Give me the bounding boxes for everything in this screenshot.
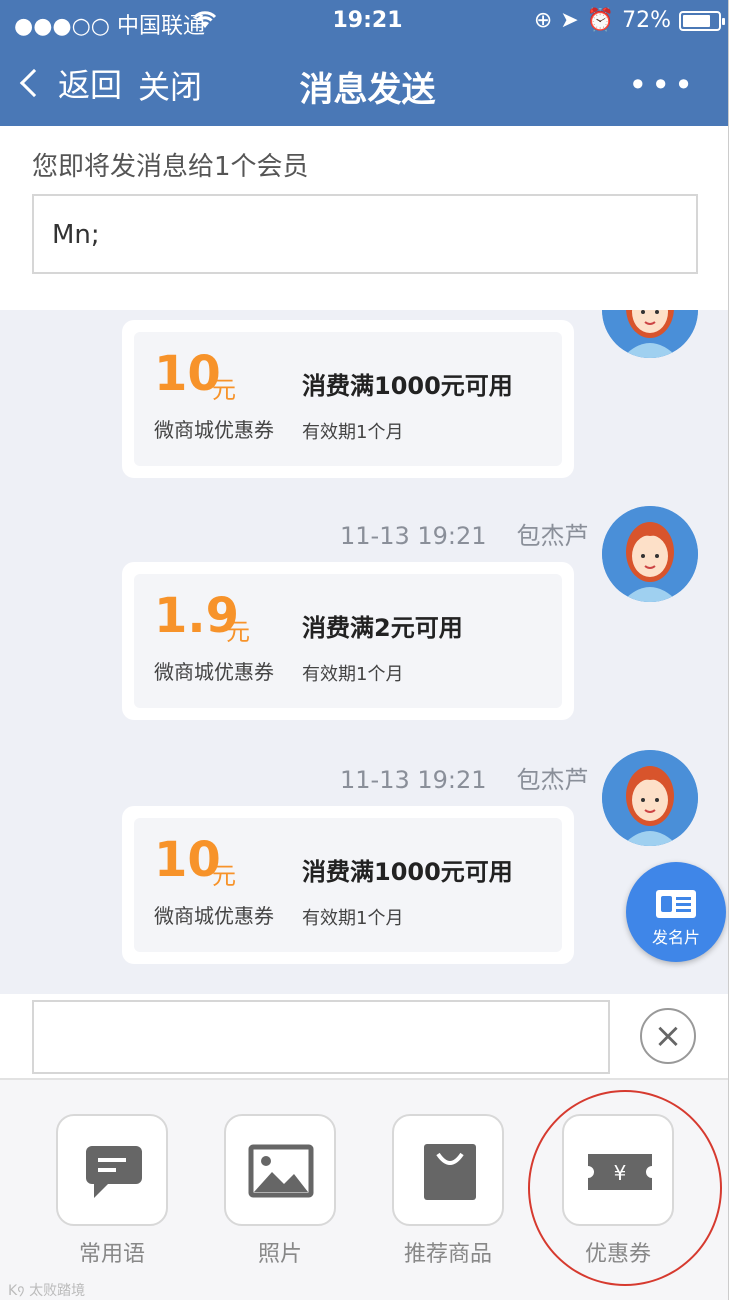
coupon-unit: 元 [212,862,236,890]
business-card-icon [656,890,696,918]
tool-photos-label: 照片 [257,1242,302,1267]
battery-icon [679,10,725,31]
coupon-shop: 微商城优惠券 [154,904,274,928]
coupon-message[interactable]: 10 元 消费满1000元可用 微商城优惠券 有效期1个月 [122,806,574,964]
close-icon[interactable]: × [640,1008,696,1064]
coupon-condition: 消费满2元可用 [302,614,463,642]
avatar [602,750,698,846]
tool-photos-tile [224,1114,336,1226]
rotation-lock-icon: ⊕ [533,8,553,33]
send-card-button[interactable]: 发名片 [626,862,726,962]
nav-bar: 返回 关闭 消息发送 ••• [0,44,735,126]
avatar [602,310,698,358]
tool-products[interactable]: 推荐商品 [392,1114,504,1268]
sender-name: 包杰芦 [516,766,589,794]
message-input-row: × [0,994,728,1080]
coupon-card: 1.9 元 消费满2元可用 微商城优惠券 有效期1个月 [134,574,562,708]
send-card-label: 发名片 [651,928,700,947]
status-bar: ●●●○○ 中国联通 19:21 ⊕ ➤ ⏰ 72% [0,0,735,44]
message-time: 11-13 19:21 [340,766,487,794]
coupon-shop: 微商城优惠券 [154,660,274,684]
coupon-card: 10 元 消费满1000元可用 微商城优惠券 有效期1个月 [134,332,562,466]
coupon-amount: 10 [154,346,221,402]
recipient-hint: 您即将发消息给1个会员 [32,152,309,182]
coupon-condition: 消费满1000元可用 [302,372,513,400]
avatar [602,506,698,602]
recipient-field[interactable]: Mn; [32,194,698,274]
coupon-card: 10 元 消费满1000元可用 微商城优惠券 有效期1个月 [134,818,562,952]
coupon-message[interactable]: 1.9 元 消费满2元可用 微商城优惠券 有效期1个月 [122,562,574,720]
tool-phrases-tile [56,1114,168,1226]
svg-text:¥: ¥ [614,1161,627,1185]
watermark: K᠀ 太败踏境 [8,1283,86,1299]
top-bar: ●●●○○ 中国联通 19:21 ⊕ ➤ ⏰ 72% 返回 关闭 消息发送 ••… [0,0,735,126]
coupon-icon: ¥ [588,1154,652,1190]
coupon-amount: 10 [154,832,221,888]
tool-coupon[interactable]: ¥ 优惠券 [562,1114,674,1268]
coupon-validity: 有效期1个月 [302,908,404,929]
location-icon: ➤ [560,8,579,33]
message-input[interactable] [32,1000,610,1074]
page-title: 消息发送 [299,70,436,110]
coupon-shop: 微商城优惠券 [154,418,274,442]
coupon-validity: 有效期1个月 [302,664,404,685]
tool-coupon-tile: ¥ [562,1114,674,1226]
message-meta: 11-13 19:21 包杰芦 [340,760,589,795]
tool-phrases[interactable]: 常用语 [56,1114,168,1268]
right-edge [728,0,735,1300]
coupon-validity: 有效期1个月 [302,422,404,443]
chat-bubble-icon [86,1146,142,1198]
more-button[interactable]: ••• [628,66,697,104]
tool-panel: 常用语 照片 推荐商品 ¥ 优惠券 [0,1080,728,1300]
tool-coupon-label: 优惠券 [584,1242,651,1267]
tool-phrases-label: 常用语 [78,1242,145,1267]
coupon-message[interactable]: 10 元 消费满1000元可用 微商城优惠券 有效期1个月 [122,320,574,478]
recipient-section: 您即将发消息给1个会员 Mn; [0,126,735,310]
battery-percent: 72% [622,8,671,33]
image-icon [248,1144,314,1198]
chat-area[interactable]: 10 元 消费满1000元可用 微商城优惠券 有效期1个月 11-13 19:2… [0,310,728,994]
alarm-icon: ⏰ [586,8,615,33]
sender-name: 包杰芦 [516,522,589,550]
shopping-bag-icon [424,1144,476,1200]
status-right: ⊕ ➤ ⏰ 72% [533,8,725,33]
coupon-unit: 元 [212,376,236,404]
coupon-condition: 消费满1000元可用 [302,858,513,886]
message-time: 11-13 19:21 [340,522,487,550]
tool-products-label: 推荐商品 [403,1242,492,1267]
tool-products-tile [392,1114,504,1226]
coupon-unit: 元 [226,618,250,646]
message-meta: 11-13 19:21 包杰芦 [340,516,589,551]
tool-photos[interactable]: 照片 [224,1114,336,1268]
